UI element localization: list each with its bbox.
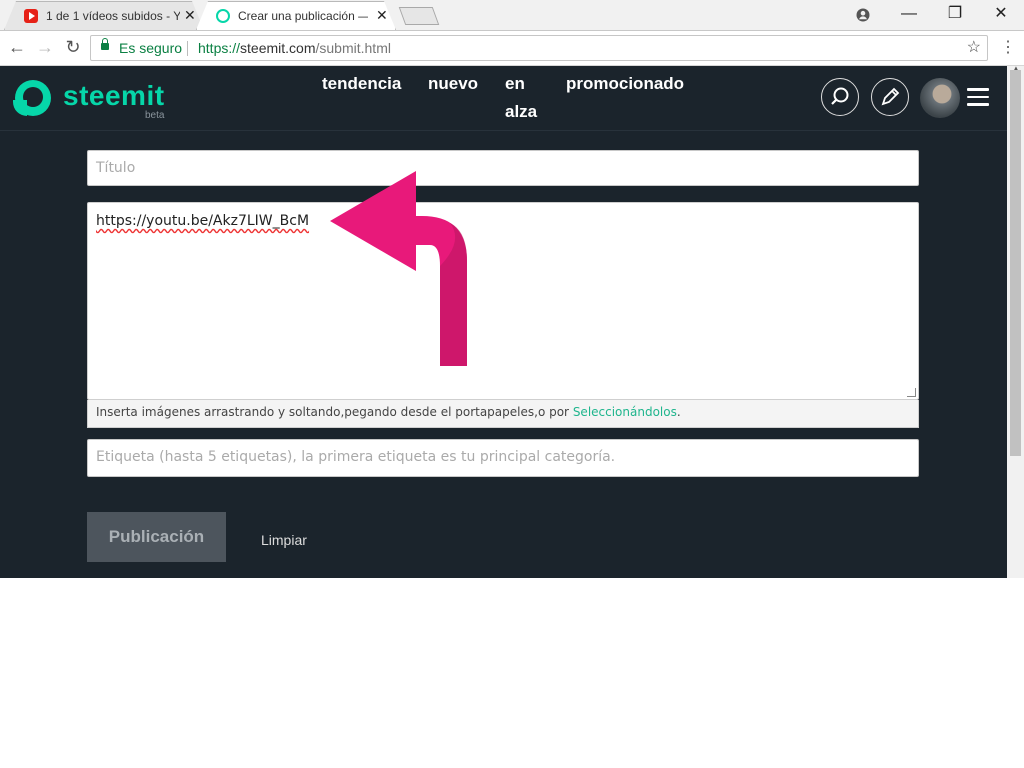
title-placeholder: Título bbox=[96, 160, 136, 176]
scrollbar-thumb[interactable] bbox=[1010, 70, 1021, 456]
divider bbox=[187, 41, 188, 56]
tags-placeholder: Etiqueta (hasta 5 etiquetas), la primera… bbox=[96, 449, 616, 465]
back-arrow-icon[interactable]: ← bbox=[6, 36, 28, 58]
tags-input[interactable]: Etiqueta (hasta 5 etiquetas), la primera… bbox=[87, 439, 919, 477]
hamburger-menu-icon[interactable] bbox=[967, 88, 989, 106]
steemit-logo-icon[interactable] bbox=[13, 80, 51, 116]
profile-icon[interactable] bbox=[840, 0, 886, 30]
browser-toolbar: ← → ↻ Es seguro https://steemit.com/subm… bbox=[0, 31, 1024, 66]
bookmark-star-icon[interactable]: ☆ bbox=[967, 36, 981, 60]
search-button[interactable] bbox=[821, 78, 859, 116]
scrollbar[interactable]: ▲ bbox=[1007, 64, 1024, 578]
restore-button[interactable]: ❐ bbox=[932, 0, 978, 30]
secure-label: Es seguro bbox=[119, 40, 183, 56]
nav-promoted[interactable]: promocionado bbox=[566, 70, 684, 98]
upload-hint: Inserta imágenes arrastrando y soltando,… bbox=[87, 400, 919, 428]
select-images-link[interactable]: Seleccionándolos bbox=[573, 405, 677, 419]
tab-youtube[interactable]: 1 de 1 vídeos subidos - Yo ✕ bbox=[4, 1, 204, 30]
pencil-icon bbox=[881, 87, 900, 106]
close-tab-icon[interactable]: ✕ bbox=[376, 7, 388, 23]
avatar[interactable] bbox=[920, 78, 960, 118]
close-window-button[interactable]: ✕ bbox=[978, 0, 1024, 30]
resize-handle[interactable] bbox=[907, 388, 916, 397]
tab-strip: 1 de 1 vídeos subidos - Yo ✕ Crear una p… bbox=[0, 0, 1024, 31]
url-text: https://steemit.com/submit.html bbox=[198, 40, 391, 56]
compose-button[interactable] bbox=[871, 78, 909, 116]
close-tab-icon[interactable]: ✕ bbox=[184, 7, 196, 23]
nav-new[interactable]: nuevo bbox=[428, 70, 478, 98]
tab-title: Crear una publicación — bbox=[238, 9, 368, 23]
forward-arrow-icon[interactable]: → bbox=[34, 36, 56, 58]
nav-hot[interactable]: en alza bbox=[505, 70, 549, 126]
tab-title: 1 de 1 vídeos subidos - Yo bbox=[46, 9, 180, 23]
nav-trending[interactable]: tendencia bbox=[322, 70, 401, 98]
publish-button[interactable]: Publicación bbox=[87, 512, 226, 562]
address-bar[interactable]: Es seguro https://steemit.com/submit.htm… bbox=[90, 35, 988, 61]
logo-text[interactable]: steemit bbox=[63, 80, 165, 112]
steemit-icon bbox=[216, 9, 230, 23]
pointer-arrow-icon bbox=[330, 171, 467, 366]
browser-menu-icon[interactable]: ⋮ bbox=[1000, 37, 1016, 59]
tab-steemit[interactable]: Crear una publicación — ✕ bbox=[196, 1, 396, 30]
clear-button[interactable]: Limpiar bbox=[261, 532, 307, 548]
reload-icon[interactable]: ↻ bbox=[62, 36, 84, 58]
steemit-page: steemit beta tendencia nuevo en alza pro… bbox=[0, 66, 1007, 578]
minimize-button[interactable]: — bbox=[886, 0, 932, 30]
youtube-icon bbox=[24, 9, 38, 23]
new-tab-button[interactable] bbox=[398, 7, 440, 25]
lock-icon bbox=[101, 38, 109, 50]
beta-badge: beta bbox=[145, 110, 165, 121]
site-header: steemit beta tendencia nuevo en alza pro… bbox=[0, 66, 1007, 131]
search-icon bbox=[831, 87, 849, 105]
body-text: https://youtu.be/Akz7LIW_BcM bbox=[96, 213, 310, 229]
